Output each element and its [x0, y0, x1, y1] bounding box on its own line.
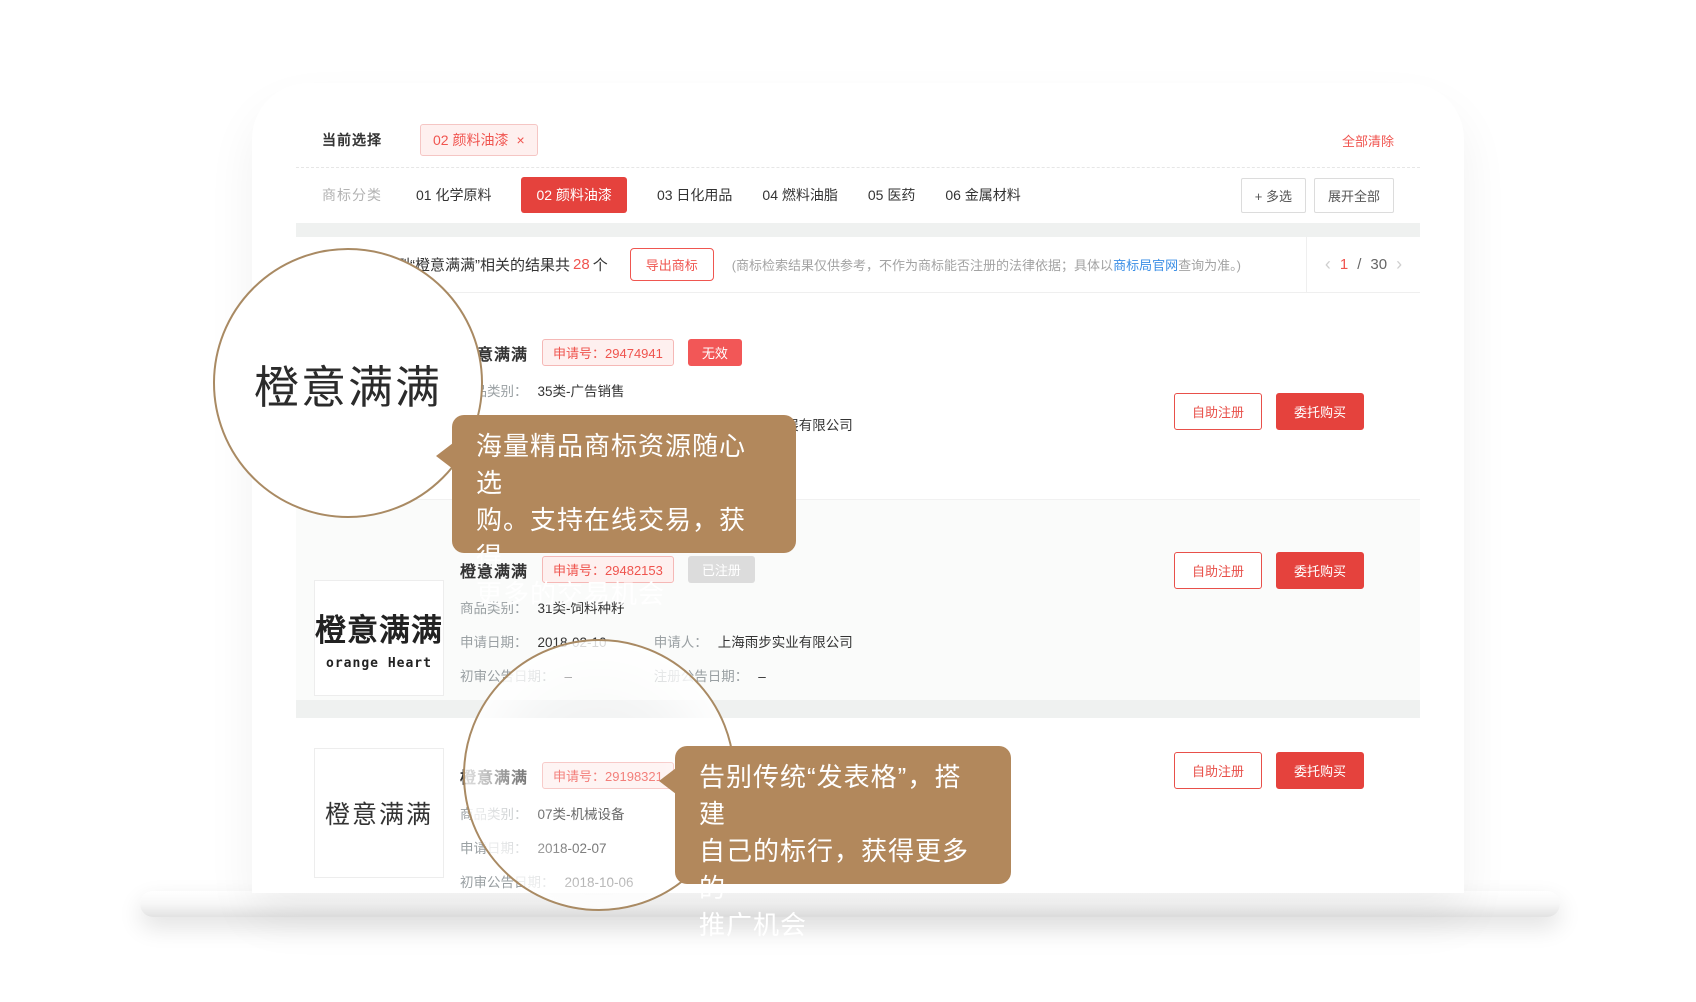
applicant-label: 申请人：: [654, 635, 708, 650]
self-register-button-3[interactable]: 自助注册: [1174, 752, 1262, 789]
total-pages: 30: [1370, 256, 1387, 273]
expand-all-button[interactable]: 展开全部: [1314, 178, 1394, 213]
row-1-actions: 自助注册 委托购买: [1174, 393, 1364, 430]
trademark-logo-text-3: 橙意满满: [325, 795, 433, 831]
page: 当前选择 02 颜料油漆 × 全部清除 商标分类 01 化学原料 02 颜料油漆…: [0, 0, 1696, 1002]
trademark-office-link[interactable]: 商标局官网: [1113, 258, 1178, 273]
magnified-trademark-text: 橙意满满: [254, 351, 442, 416]
first-publication-value: 2018-10-06: [565, 875, 634, 890]
callout-arrow-left-icon: [659, 768, 676, 794]
category-items: 01 化学原料 02 颜料油漆 03 日化用品 04 燃料油脂 05 医药 06…: [416, 177, 1021, 213]
entrust-buy-button-3[interactable]: 委托购买: [1276, 752, 1364, 789]
results-header: 共为您检索到“橙意满满”相关的结果共 28 个 导出商标 (商标检索结果仅供参考…: [296, 237, 1420, 293]
applicant-value: 上海雨步实业有限公司: [718, 635, 853, 650]
category-item-01[interactable]: 01 化学原料: [416, 185, 491, 205]
prev-page-arrow[interactable]: ‹: [1325, 254, 1331, 275]
first-publication-value: –: [565, 669, 573, 684]
results-summary: 共为您检索到“橙意满满”相关的结果共 28 个 导出商标 (商标检索结果仅供参考…: [296, 237, 1306, 292]
category-item-03[interactable]: 03 日化用品: [657, 185, 732, 205]
clear-all-button[interactable]: 全部清除: [1342, 131, 1394, 150]
callout-arrow-left-icon: [436, 443, 453, 469]
trademark-logo-text-2: 橙意满满: [315, 605, 443, 650]
entrust-buy-button-2[interactable]: 委托购买: [1276, 552, 1364, 589]
entrust-buy-button-1[interactable]: 委托购买: [1276, 393, 1364, 430]
trademark-name-3[interactable]: 橙意满满: [460, 764, 528, 788]
callout-1-line-2: 购。支持在线交易，获得: [476, 502, 772, 576]
app-no-label-3: 申请号：: [553, 769, 605, 784]
callout-bubble-marketplace: 海量精品商标资源随心选 购。支持在线交易，获得 更多的交易机会: [452, 415, 796, 553]
first-publication-label: 初审公告日期：: [460, 669, 555, 684]
category-item-04[interactable]: 04 燃料油脂: [762, 185, 837, 205]
next-page-arrow[interactable]: ›: [1396, 254, 1402, 275]
status-badge-invalid: 无效: [688, 339, 742, 366]
trademark-image-3: 橙意满满: [314, 748, 444, 878]
results-disclaimer: (商标检索结果仅供参考，不作为商标能否注册的法律依据；具体以商标局官网查询为准。…: [732, 255, 1241, 274]
row-divider: [296, 700, 1420, 718]
reg-publication-value: –: [758, 669, 766, 684]
category-item-06[interactable]: 06 金属材料: [945, 185, 1020, 205]
selected-filter-chip-label: 02 颜料油漆: [433, 130, 508, 150]
results-summary-suffix: 个: [593, 254, 608, 275]
category-field-value: 35类-广告销售: [538, 384, 625, 399]
callout-2-line-2: 自己的标行，获得更多的: [699, 833, 987, 907]
app-no-label-1: 申请号：: [553, 346, 605, 361]
application-no-tag-3: 申请号：29198321: [542, 762, 674, 789]
self-register-button-2[interactable]: 自助注册: [1174, 552, 1262, 589]
category-field-label: 商品类别：: [460, 807, 528, 822]
chip-close-icon[interactable]: ×: [516, 132, 524, 148]
category-field-value: 07类-机械设备: [538, 807, 625, 822]
selected-filter-chip[interactable]: 02 颜料油漆 ×: [420, 124, 538, 156]
callout-1-line-3: 更多的交易机会: [476, 576, 772, 613]
category-actions: + 多选 展开全部: [1241, 178, 1394, 213]
category-item-05[interactable]: 05 医药: [868, 185, 915, 205]
export-trademarks-button[interactable]: 导出商标: [630, 248, 714, 281]
row-2-actions: 自助注册 委托购买: [1174, 552, 1364, 589]
disclaimer-text-after: 查询为准。): [1178, 258, 1241, 273]
filter-panel: 当前选择 02 颜料油漆 × 全部清除 商标分类 01 化学原料 02 颜料油漆…: [296, 113, 1420, 223]
category-item-02-selected[interactable]: 02 颜料油漆: [521, 177, 626, 213]
application-no-tag-1: 申请号：29474941: [542, 339, 674, 366]
app-no-value-1: 29474941: [605, 346, 663, 361]
results-count: 28: [573, 256, 590, 273]
callout-2-line-1: 告别传统“发表格”，搭建: [699, 759, 987, 833]
self-register-button-1[interactable]: 自助注册: [1174, 393, 1262, 430]
category-row: 商标分类 01 化学原料 02 颜料油漆 03 日化用品 04 燃料油脂 05 …: [296, 168, 1420, 222]
trademark-logo-subtext-2: orange Heart: [326, 656, 432, 671]
apply-date-value: 2018-02-07: [538, 841, 607, 856]
apply-date-value: 2018-02-10: [538, 635, 607, 650]
page-separator: /: [1357, 256, 1361, 273]
app-no-value-3: 29198321: [605, 769, 663, 784]
reg-publication-label: 注册公告日期：: [654, 669, 749, 684]
pagination: ‹ 1 / 30 ›: [1306, 237, 1420, 292]
callout-2-line-3: 推广机会: [699, 907, 987, 944]
current-selection-label: 当前选择: [322, 130, 382, 150]
callout-bubble-promotion: 告别传统“发表格”，搭建 自己的标行，获得更多的 推广机会: [675, 746, 1011, 884]
row-1-title-line: 橙意满满 申请号：29474941 无效: [460, 339, 1420, 366]
trademark-image-2: 橙意满满 orange Heart: [314, 580, 444, 696]
row-2-publication-line: 初审公告日期：– 注册公告日期：–: [460, 665, 1420, 685]
magnifier-circle-1: 橙意满满: [213, 248, 483, 518]
first-publication-label: 初审公告日期：: [460, 875, 555, 890]
disclaimer-text-before: (商标检索结果仅供参考，不作为商标能否注册的法律依据；具体以: [732, 258, 1113, 273]
row-3-actions: 自助注册 委托购买: [1174, 752, 1364, 789]
callout-1-line-1: 海量精品商标资源随心选: [476, 428, 772, 502]
category-label: 商标分类: [322, 185, 382, 205]
current-selection-row: 当前选择 02 颜料油漆 × 全部清除: [296, 113, 1420, 168]
current-page: 1: [1340, 256, 1348, 273]
row-2-date-line: 申请日期： 2018-02-10 申请人： 上海雨步实业有限公司: [460, 631, 1420, 651]
apply-date-label: 申请日期：: [460, 841, 528, 856]
apply-date-label: 申请日期：: [460, 635, 528, 650]
multi-select-button[interactable]: + 多选: [1241, 178, 1306, 213]
